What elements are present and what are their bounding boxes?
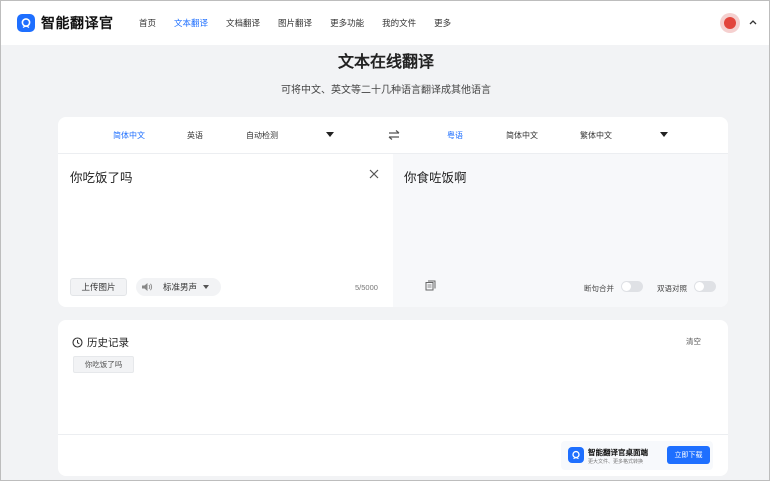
source-lang-english[interactable]: 英语 (187, 130, 203, 141)
avatar-icon[interactable] (720, 13, 740, 33)
voice-select[interactable]: 标准男声 (136, 278, 221, 296)
source-lang-dropdown-icon[interactable] (326, 132, 334, 137)
sentence-merge-toggle[interactable] (621, 281, 643, 292)
nav-more[interactable]: 更多 (434, 17, 451, 29)
target-lang-cantonese[interactable]: 粤语 (447, 130, 463, 141)
nav-image-translate[interactable]: 图片翻译 (278, 17, 312, 29)
target-lang-dropdown-icon[interactable] (660, 132, 668, 137)
nav-doc-translate[interactable]: 文档翻译 (226, 17, 260, 29)
history-item[interactable]: 你吃饭了吗 (73, 356, 134, 373)
clock-icon (72, 337, 83, 348)
sentence-merge-label: 断句合并 (584, 284, 614, 293)
upload-image-button[interactable]: 上传图片 (70, 278, 127, 296)
top-header: 智能翻译官 首页 文本翻译 文档翻译 图片翻译 更多功能 我的文件 更多 (1, 1, 769, 45)
clear-history-button[interactable]: 清空 (686, 336, 701, 347)
char-count: 5/5000 (355, 283, 378, 292)
translator-card: 简体中文 英语 自动检测 粤语 简体中文 繁体中文 你吃饭了吗 你食咗饭啊 上传… (58, 117, 728, 307)
target-lang-simplified-chinese[interactable]: 简体中文 (506, 130, 538, 141)
bilingual-label: 双语对照 (657, 284, 687, 293)
logo-icon (17, 14, 35, 32)
bilingual-toggle[interactable] (694, 281, 716, 292)
promo-subtitle: 更大文件、更多格式转换 (588, 459, 644, 465)
target-lang-traditional-chinese[interactable]: 繁体中文 (580, 130, 612, 141)
source-text-input[interactable]: 你吃饭了吗 (70, 167, 133, 186)
swap-icon[interactable] (387, 129, 401, 141)
page-title: 文本在线翻译 (337, 54, 434, 71)
divider (58, 434, 728, 435)
app-name: 智能翻译官 (41, 15, 114, 31)
translated-text: 你食咗饭啊 (404, 171, 467, 185)
desktop-download-promo: 智能翻译官桌面端 更大文件、更多格式转换 立即下载 (561, 441, 713, 470)
voice-dropdown-icon (203, 285, 210, 289)
nav-my-files[interactable]: 我的文件 (382, 17, 416, 29)
nav-text-translate[interactable]: 文本翻译 (174, 17, 208, 29)
speaker-icon[interactable] (141, 282, 153, 292)
download-now-button[interactable]: 立即下载 (667, 446, 710, 464)
language-bar: 简体中文 英语 自动检测 粤语 简体中文 繁体中文 (58, 117, 728, 154)
promo-logo-icon (568, 447, 584, 463)
source-lang-simplified-chinese[interactable]: 简体中文 (113, 130, 145, 141)
history-header: 历史记录 (72, 335, 129, 350)
nav-more-features[interactable]: 更多功能 (330, 17, 364, 29)
chevron-up-icon[interactable] (747, 16, 759, 28)
app-logo[interactable]: 智能翻译官 (17, 13, 114, 33)
nav-home[interactable]: 首页 (139, 17, 156, 29)
promo-title: 智能翻译官桌面端 (588, 448, 648, 457)
source-lang-auto-detect[interactable]: 自动检测 (246, 130, 278, 141)
copy-icon[interactable] (425, 280, 436, 291)
history-title: 历史记录 (87, 337, 129, 349)
close-icon[interactable] (369, 169, 379, 179)
main-nav: 首页 文本翻译 文档翻译 图片翻译 更多功能 我的文件 更多 (139, 1, 469, 45)
page-subtitle: 可将中文、英文等二十几种语言翻译成其他语言 (281, 85, 491, 96)
voice-label: 标准男声 (163, 282, 198, 292)
